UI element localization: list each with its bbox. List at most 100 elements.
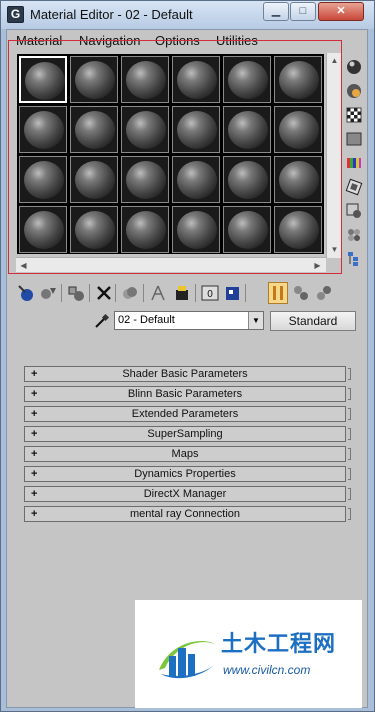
put-material-to-scene-button[interactable] <box>38 282 58 304</box>
horizontal-scrollbar[interactable]: ◀ ▶ <box>16 257 326 272</box>
material-name-value: 02 - Default <box>118 314 175 326</box>
show-end-result-button[interactable] <box>268 282 288 304</box>
scroll-left-arrow-icon[interactable]: ◀ <box>17 259 30 272</box>
rollout-maps[interactable]: + Maps <box>24 446 351 462</box>
sample-slot[interactable] <box>172 206 220 253</box>
rollout-directx-manager[interactable]: + DirectX Manager <box>24 486 351 502</box>
background-button[interactable] <box>344 105 364 125</box>
material-sphere-preview <box>279 61 319 99</box>
material-sphere-preview <box>228 211 268 249</box>
sample-slot[interactable] <box>172 156 220 203</box>
toolbar-separator <box>61 284 62 302</box>
material-sphere-preview <box>75 61 115 99</box>
put-material-to-scene-icon <box>41 288 56 299</box>
rollout-list: + Shader Basic Parameters + Blinn Basic Par… <box>7 334 367 534</box>
sample-slot[interactable] <box>70 106 118 153</box>
sample-slot[interactable] <box>121 206 169 253</box>
backlight-button[interactable] <box>344 81 364 101</box>
scroll-up-arrow-icon[interactable]: ▲ <box>328 54 341 67</box>
get-material-button[interactable] <box>16 282 36 304</box>
assign-material-to-selection-button[interactable] <box>66 282 86 304</box>
scroll-down-arrow-icon[interactable]: ▼ <box>328 243 341 256</box>
rollout-extended-parameters[interactable]: + Extended Parameters <box>24 406 351 422</box>
sample-slot[interactable] <box>223 156 271 203</box>
sample-slot[interactable] <box>274 156 322 203</box>
sample-slot[interactable] <box>223 106 271 153</box>
go-to-parent-button[interactable] <box>291 282 311 304</box>
rollout-blinn-basic-parameters[interactable]: + Blinn Basic Parameters <box>24 386 351 402</box>
sample-slot[interactable] <box>19 106 67 153</box>
minimize-button[interactable]: ▁ <box>263 2 289 21</box>
vertical-scrollbar[interactable]: ▲ ▼ <box>326 53 341 258</box>
toolbar-separator <box>115 284 116 302</box>
sample-slot-panel: ▲ ▼ ◀ ▶ <box>10 53 341 272</box>
chevron-down-icon[interactable]: ▼ <box>248 312 263 329</box>
rollout-label: Blinn Basic Parameters <box>127 388 243 400</box>
material-id-channel-button[interactable]: 0 <box>200 282 220 304</box>
put-to-library-icon <box>176 286 188 300</box>
go-forward-to-sibling-button[interactable] <box>314 282 334 304</box>
side-toolbar <box>344 55 366 275</box>
make-unique-button[interactable] <box>148 282 168 304</box>
material-sphere-preview <box>75 111 115 149</box>
pick-material-button[interactable] <box>93 312 111 330</box>
sample-slot[interactable] <box>121 106 169 153</box>
eyedropper-icon <box>95 313 110 328</box>
material-id-channel-icon: 0 <box>201 285 219 301</box>
select-by-material-icon <box>348 229 360 241</box>
sample-slot[interactable] <box>172 106 220 153</box>
show-end-result-icon <box>273 286 283 300</box>
show-map-in-viewport-icon <box>226 287 239 300</box>
maximize-button[interactable]: □ <box>290 2 316 21</box>
sample-slot[interactable] <box>223 206 271 253</box>
sample-slot[interactable] <box>172 56 220 103</box>
rollout-supersampling[interactable]: + SuperSampling <box>24 426 351 442</box>
watermark-title: 土木工程网 <box>221 632 337 657</box>
bottom-toolbar: 0 <box>16 282 361 306</box>
options-button[interactable] <box>344 201 364 221</box>
material-sphere-preview <box>177 61 217 99</box>
make-material-copy-button[interactable] <box>120 282 140 304</box>
sample-slot-grid <box>17 54 324 254</box>
sample-slot[interactable] <box>274 56 322 103</box>
rollout-dynamics-properties[interactable]: + Dynamics Properties <box>24 466 351 482</box>
material-name-dropdown[interactable]: 02 - Default ▼ <box>114 311 264 330</box>
show-map-in-viewport-button[interactable] <box>223 282 243 304</box>
material-name-row: 02 - Default ▼ Standard <box>7 311 367 331</box>
sample-uv-tiling-icon <box>346 132 362 146</box>
sample-slot[interactable] <box>70 156 118 203</box>
put-to-library-button[interactable] <box>172 282 192 304</box>
sample-slot[interactable] <box>223 56 271 103</box>
make-preview-button[interactable] <box>344 177 364 197</box>
select-by-material-button[interactable] <box>344 225 364 245</box>
sample-uv-tiling-button[interactable] <box>344 129 364 149</box>
close-button[interactable]: ✕ <box>318 2 364 21</box>
video-color-check-button[interactable] <box>344 153 364 173</box>
sample-slot[interactable] <box>274 206 322 253</box>
sample-slot[interactable] <box>121 56 169 103</box>
sample-slot[interactable] <box>19 156 67 203</box>
rollout-shader-basic-parameters[interactable]: + Shader Basic Parameters <box>24 366 351 382</box>
reset-map-button[interactable] <box>94 282 114 304</box>
sample-slot[interactable] <box>19 56 67 103</box>
sample-slot[interactable] <box>70 56 118 103</box>
sample-slot[interactable] <box>274 106 322 153</box>
sample-slot[interactable] <box>121 156 169 203</box>
scroll-right-arrow-icon[interactable]: ▶ <box>311 259 324 272</box>
sample-type-sphere-button[interactable] <box>344 57 364 77</box>
toolbar-separator <box>245 284 246 302</box>
title-bar[interactable]: G Material Editor - 02 - Default ▁ □ ✕ <box>1 1 374 29</box>
assign-material-to-selection-icon <box>68 286 84 301</box>
rollout-mental-ray-connection[interactable]: + mental ray Connection <box>24 506 351 522</box>
material-map-navigator-button[interactable] <box>344 249 364 269</box>
sample-type-sphere-icon <box>347 60 361 74</box>
watermark-url: www.civilcn.com <box>223 663 311 677</box>
material-type-button[interactable]: Standard <box>270 311 356 331</box>
rollout-label: SuperSampling <box>147 428 223 440</box>
sample-slot[interactable] <box>70 206 118 253</box>
material-sphere-preview <box>75 211 115 249</box>
material-map-navigator-icon <box>348 252 358 266</box>
material-sphere-preview <box>75 161 115 199</box>
sample-slot[interactable] <box>19 206 67 253</box>
options-icon <box>346 203 361 218</box>
